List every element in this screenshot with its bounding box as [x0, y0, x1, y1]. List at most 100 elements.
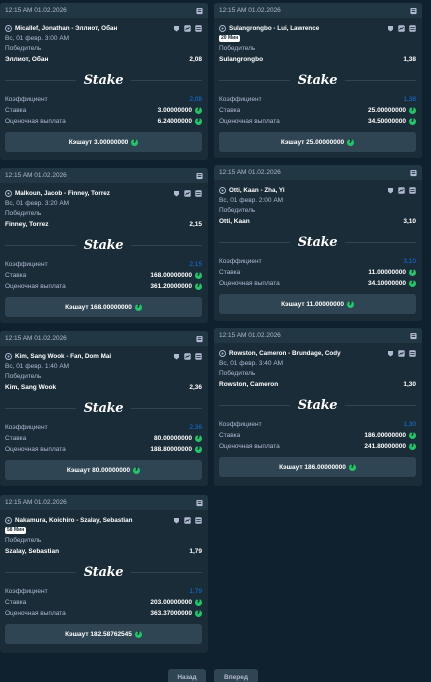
tether-coin-icon: ₮	[409, 269, 416, 276]
match-title[interactable]: Rowston, Cameron - Brundage, Cody	[229, 350, 387, 357]
bet-card: 12:15 AM 01.02.2026 Otti, Kaan - Zha, Yi…	[214, 165, 422, 321]
bet-card: 12:15 AM 01.02.2026 Malkoun, Jacob - Fin…	[0, 168, 208, 323]
sport-icon	[5, 189, 12, 197]
odds-row: Коэффициент 2,08	[5, 94, 202, 105]
bet-slip-icon[interactable]	[410, 169, 417, 176]
stats-icon[interactable]	[184, 352, 191, 360]
shield-icon[interactable]	[173, 25, 180, 32]
match-title[interactable]: Otti, Kaan - Zha, Yi	[229, 187, 387, 194]
match-title[interactable]: Sulangrongbo - Lui, Lawrence	[229, 25, 387, 32]
cashout-button[interactable]: Кэшаут 168.00000000 ₮	[5, 297, 202, 317]
stake-row: Ставка 25.00000000 ₮	[219, 105, 416, 116]
payout-value: 34.10000000	[368, 280, 406, 287]
bet-card: 12:15 AM 01.02.2026 Nakamura, Koichiro -…	[0, 495, 208, 653]
live-badge: 58 Мин	[5, 527, 27, 534]
outcome-name: Sulangrongbo	[219, 56, 264, 63]
tether-coin-icon: ₮	[131, 138, 139, 146]
stake-logo: Stake	[289, 397, 346, 413]
tether-coin-icon: ₮	[409, 280, 416, 287]
bet-slip-icon[interactable]	[196, 172, 203, 179]
stake-logo-divider: Stake	[219, 232, 416, 252]
stake-logo: Stake	[289, 72, 346, 88]
table-icon[interactable]	[409, 349, 416, 357]
selected-outcome: Sulangrongbo 1,38	[219, 54, 416, 66]
stats-icon[interactable]	[184, 189, 191, 197]
table-icon[interactable]	[409, 186, 416, 194]
tether-coin-icon: ₮	[409, 443, 416, 450]
bet-slip-icon[interactable]	[196, 335, 203, 342]
bet-slip-icon[interactable]	[410, 332, 417, 339]
next-page-button[interactable]: Вперед	[214, 669, 258, 682]
tether-coin-icon: ₮	[195, 107, 202, 114]
shield-icon[interactable]	[173, 190, 180, 197]
match-title[interactable]: Nakamura, Koichiro - Szalay, Sebastian	[15, 517, 173, 524]
shield-icon[interactable]	[387, 25, 394, 32]
selected-outcome: Otti, Kaan 3,10	[219, 216, 416, 228]
stake-row: Ставка 3.00000000 ₮	[5, 105, 202, 116]
cashout-button[interactable]: Кэшаут 3.00000000 ₮	[5, 132, 202, 152]
stake-logo-divider: Stake	[219, 70, 416, 90]
stats-icon[interactable]	[398, 186, 405, 194]
bet-slip-icon[interactable]	[196, 7, 203, 14]
table-icon[interactable]	[195, 352, 202, 360]
cashout-button[interactable]: Кэшаут 186.00000000 ₮	[219, 457, 416, 477]
odds-row: Коэффициент 2,36	[5, 422, 202, 433]
odds-value: 2,15	[189, 261, 202, 268]
tether-coin-icon: ₮	[134, 630, 142, 638]
sport-icon	[219, 349, 226, 357]
tether-coin-icon: ₮	[195, 435, 202, 442]
table-icon[interactable]	[195, 516, 202, 524]
payout-value: 188.80000000	[150, 446, 192, 453]
tether-coin-icon: ₮	[409, 107, 416, 114]
stake-value: 168.00000000	[150, 272, 192, 279]
stake-label: Ставка	[219, 107, 241, 114]
card-header: 12:15 AM 01.02.2026	[214, 3, 422, 18]
shield-icon[interactable]	[173, 517, 180, 524]
stats-icon[interactable]	[398, 349, 405, 357]
shield-icon[interactable]	[387, 350, 394, 357]
sport-icon	[5, 516, 12, 524]
cashout-button[interactable]: Кэшаут 25.00000000 ₮	[219, 132, 416, 152]
event-date: Вс, 01 февр. 3:40 AM	[219, 360, 284, 367]
table-icon[interactable]	[195, 189, 202, 197]
bet-timestamp: 12:15 AM 01.02.2026	[5, 7, 67, 14]
match-title[interactable]: Micallef, Jonathan - Эллиот, Обан	[15, 25, 173, 32]
stake-logo: Stake	[75, 72, 132, 88]
stake-logo: Stake	[75, 564, 132, 580]
bet-slip-icon[interactable]	[410, 7, 417, 14]
match-title[interactable]: Malkoun, Jacob - Finney, Torrez	[15, 190, 173, 197]
tether-coin-icon: ₮	[195, 118, 202, 125]
cashout-button[interactable]: Кэшаут 11.00000000 ₮	[219, 294, 416, 314]
stake-label: Ставка	[219, 269, 241, 276]
shield-icon[interactable]	[387, 187, 394, 194]
payout-label: Оценочная выплата	[219, 118, 280, 125]
payout-row: Оценочная выплата 361.20000000 ₮	[5, 281, 202, 292]
stats-icon[interactable]	[184, 24, 191, 32]
prev-page-button[interactable]: Назад	[168, 669, 206, 682]
tether-coin-icon: ₮	[195, 599, 202, 606]
stats-icon[interactable]	[398, 24, 405, 32]
odds-label: Коэффициент	[5, 96, 48, 103]
card-header: 12:15 AM 01.02.2026	[214, 165, 422, 180]
stake-logo-divider: Stake	[5, 235, 202, 255]
bet-slip-icon[interactable]	[196, 499, 203, 506]
stake-label: Ставка	[5, 435, 27, 442]
cashout-label: Кэшаут 168.00000000	[65, 303, 132, 311]
stake-label: Ставка	[5, 599, 27, 606]
stats-icon[interactable]	[184, 516, 191, 524]
stake-logo: Stake	[75, 400, 132, 416]
match-title[interactable]: Kim, Sang Wook - Fan, Dom Mai	[15, 353, 173, 360]
payout-row: Оценочная выплата 363.37000000 ₮	[5, 608, 202, 619]
table-icon[interactable]	[195, 24, 202, 32]
bet-timestamp: 12:15 AM 01.02.2026	[219, 169, 281, 176]
stake-value: 3.00000000	[157, 107, 192, 114]
live-badge: 20 Мин	[219, 35, 241, 42]
stake-row: Ставка 80.00000000 ₮	[5, 433, 202, 444]
cashout-button[interactable]: Кэшаут 80.00000000 ₮	[5, 460, 202, 480]
shield-icon[interactable]	[173, 353, 180, 360]
table-icon[interactable]	[409, 24, 416, 32]
cashout-button[interactable]: Кэшаут 182.58762545 ₮	[5, 624, 202, 644]
bet-timestamp: 12:15 AM 01.02.2026	[5, 335, 67, 342]
odds-value: 1,30	[403, 421, 416, 428]
bet-card: 12:15 AM 01.02.2026 Rowston, Cameron - B…	[214, 328, 422, 486]
